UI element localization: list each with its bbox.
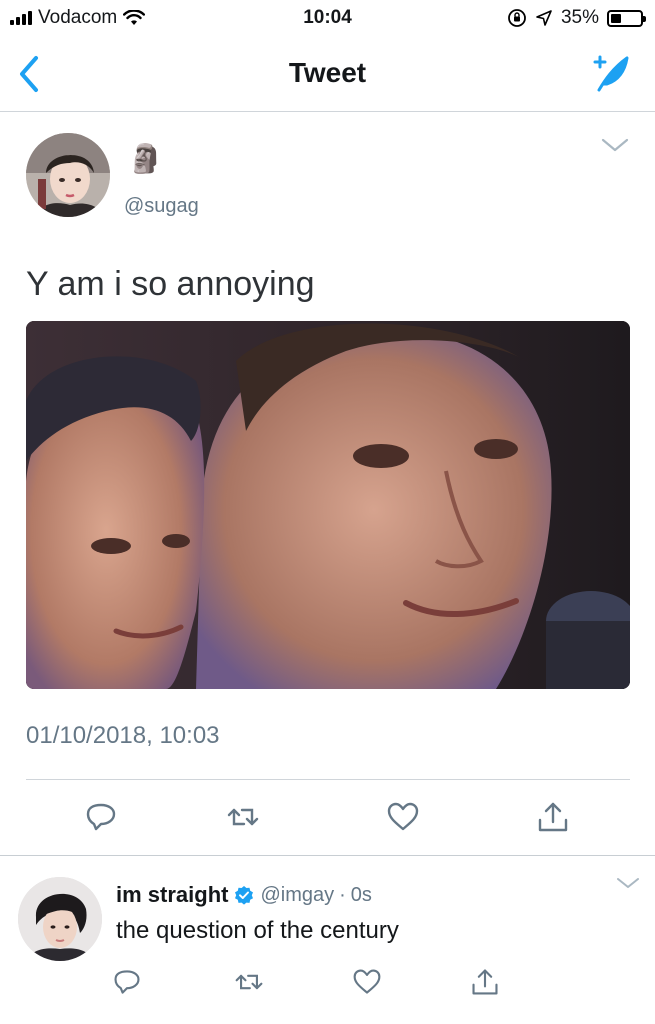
battery-fill [611, 13, 621, 23]
author-name[interactable]: 🗿 [128, 143, 163, 175]
share-button[interactable] [536, 800, 570, 834]
like-icon [387, 802, 419, 831]
photo-image [26, 321, 630, 689]
author-handle[interactable]: @sugag [124, 195, 199, 218]
location-arrow-icon [536, 10, 552, 26]
chevron-down-icon [617, 878, 639, 888]
share-button[interactable] [470, 967, 504, 1001]
reply-icon [86, 803, 116, 831]
tweet-timestamp: 01/10/2018, 10:03 [26, 722, 220, 749]
verified-badge-icon [235, 886, 254, 905]
tweet-media-photo[interactable] [26, 321, 630, 689]
retweet-icon [227, 808, 259, 826]
like-button[interactable] [386, 800, 420, 834]
reply-time: 0s [350, 883, 372, 906]
compose-feather-icon [593, 55, 629, 92]
separator-dot: · [339, 883, 346, 906]
rotation-lock-icon [508, 9, 526, 27]
tweet-detail: 🗿 @sugag Y am i so annoying 01/10/2018, … [0, 113, 655, 856]
status-bar: Vodacom 10:04 35% [0, 0, 655, 38]
retweet-button[interactable] [226, 800, 260, 834]
reply-tweet[interactable]: im straight @imgay · 0s the question of … [0, 857, 655, 1024]
reply-text: the question of the century [116, 917, 399, 944]
nav-bar: Tweet [0, 38, 655, 112]
like-icon [353, 969, 381, 994]
tweet-menu-button[interactable] [599, 135, 631, 155]
battery-percent: 35% [560, 7, 599, 28]
reply-icon [114, 970, 140, 994]
reply-header: im straight @imgay · 0s [116, 882, 372, 908]
retweet-icon [235, 974, 263, 990]
avatar-image [26, 133, 110, 217]
like-button[interactable] [352, 967, 386, 1001]
reply-action-bar [0, 967, 655, 1007]
avatar-image [18, 877, 102, 961]
tweet-text: Y am i so annoying [26, 265, 315, 303]
chevron-down-icon [601, 138, 629, 152]
reply-avatar[interactable] [18, 877, 102, 961]
share-icon [472, 969, 498, 995]
status-bar-right: 35% [507, 7, 646, 29]
reply-button[interactable] [112, 967, 146, 1001]
retweet-button[interactable] [234, 967, 268, 1001]
compose-tweet-button[interactable] [585, 50, 633, 96]
reply-author-handle[interactable]: @imgay [260, 884, 334, 907]
avatar[interactable] [26, 133, 110, 217]
reply-button[interactable] [84, 800, 118, 834]
battery-icon [607, 9, 646, 27]
share-icon [538, 802, 568, 832]
reply-author-name[interactable]: im straight [116, 882, 228, 908]
tweet-action-bar [0, 800, 655, 840]
divider [26, 779, 630, 780]
page-title: Tweet [288, 57, 367, 88]
reply-menu-button[interactable] [615, 875, 641, 891]
